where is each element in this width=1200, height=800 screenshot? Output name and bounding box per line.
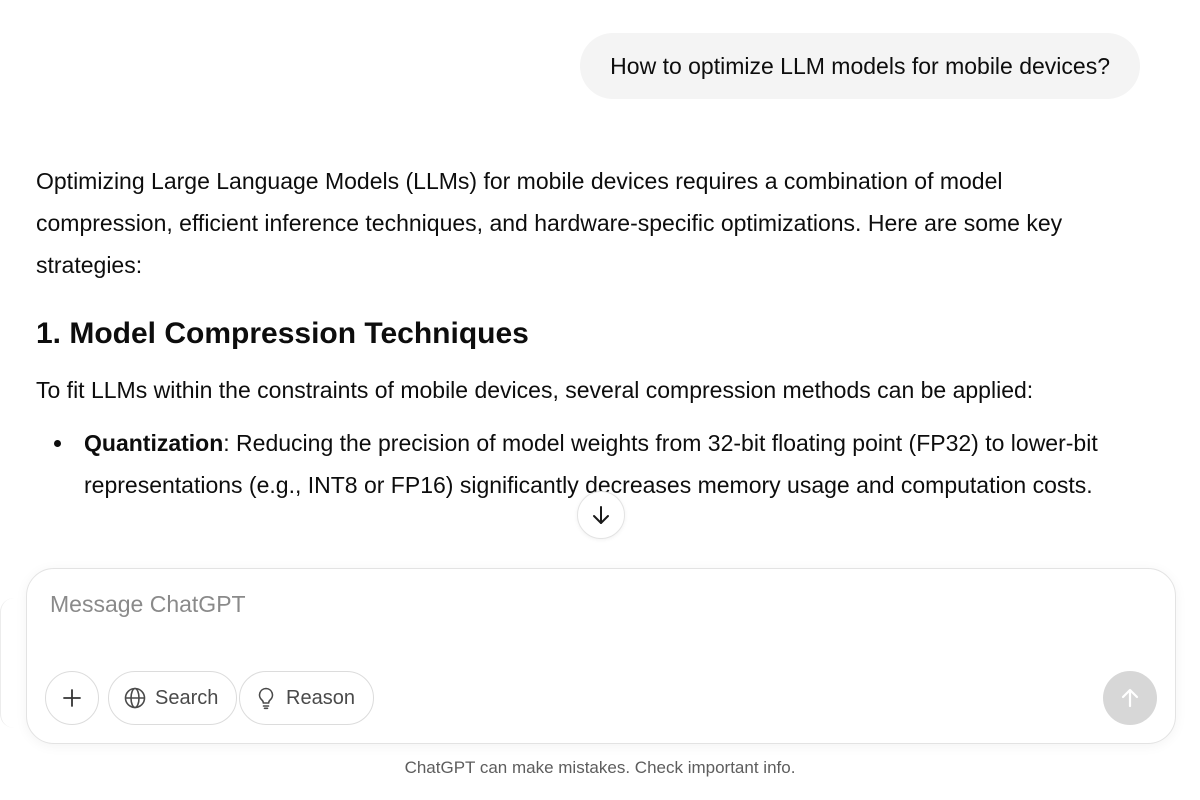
message-composer: Search Reason xyxy=(26,568,1176,744)
bullet-list: Quantization: Reducing the precision of … xyxy=(36,422,1136,506)
message-input[interactable] xyxy=(50,591,1050,618)
arrow-down-icon xyxy=(593,506,609,524)
arrow-up-icon xyxy=(1121,688,1139,708)
response-intro: Optimizing Large Language Models (LLMs) … xyxy=(36,168,1063,278)
section-intro: To fit LLMs within the constraints of mo… xyxy=(36,377,1034,403)
globe-icon xyxy=(124,687,146,709)
search-button-label: Search xyxy=(155,686,219,709)
bullet-icon xyxy=(54,440,61,447)
attach-button[interactable] xyxy=(45,671,99,725)
assistant-response: Optimizing Large Language Models (LLMs) … xyxy=(36,160,1136,506)
search-button[interactable]: Search xyxy=(108,671,238,725)
send-button[interactable] xyxy=(1103,671,1157,725)
user-message-bubble: How to optimize LLM models for mobile de… xyxy=(580,33,1140,99)
bullet-term: Quantization xyxy=(84,430,224,456)
chat-page: How to optimize LLM models for mobile de… xyxy=(0,0,1200,800)
lightbulb-icon xyxy=(258,687,274,710)
bullet-text: : Reducing the precision of model weight… xyxy=(84,430,1098,498)
background-panel-edge xyxy=(0,598,14,728)
disclaimer-text: ChatGPT can make mistakes. Check importa… xyxy=(404,758,796,777)
reason-button[interactable]: Reason xyxy=(239,671,374,725)
scroll-to-bottom-button[interactable] xyxy=(577,491,625,539)
list-item: Quantization: Reducing the precision of … xyxy=(36,422,1136,506)
user-message-text: How to optimize LLM models for mobile de… xyxy=(610,52,1110,79)
plus-icon xyxy=(63,689,81,707)
reason-button-label: Reason xyxy=(286,686,355,709)
section-heading: 1. Model Compression Techniques xyxy=(36,317,529,350)
